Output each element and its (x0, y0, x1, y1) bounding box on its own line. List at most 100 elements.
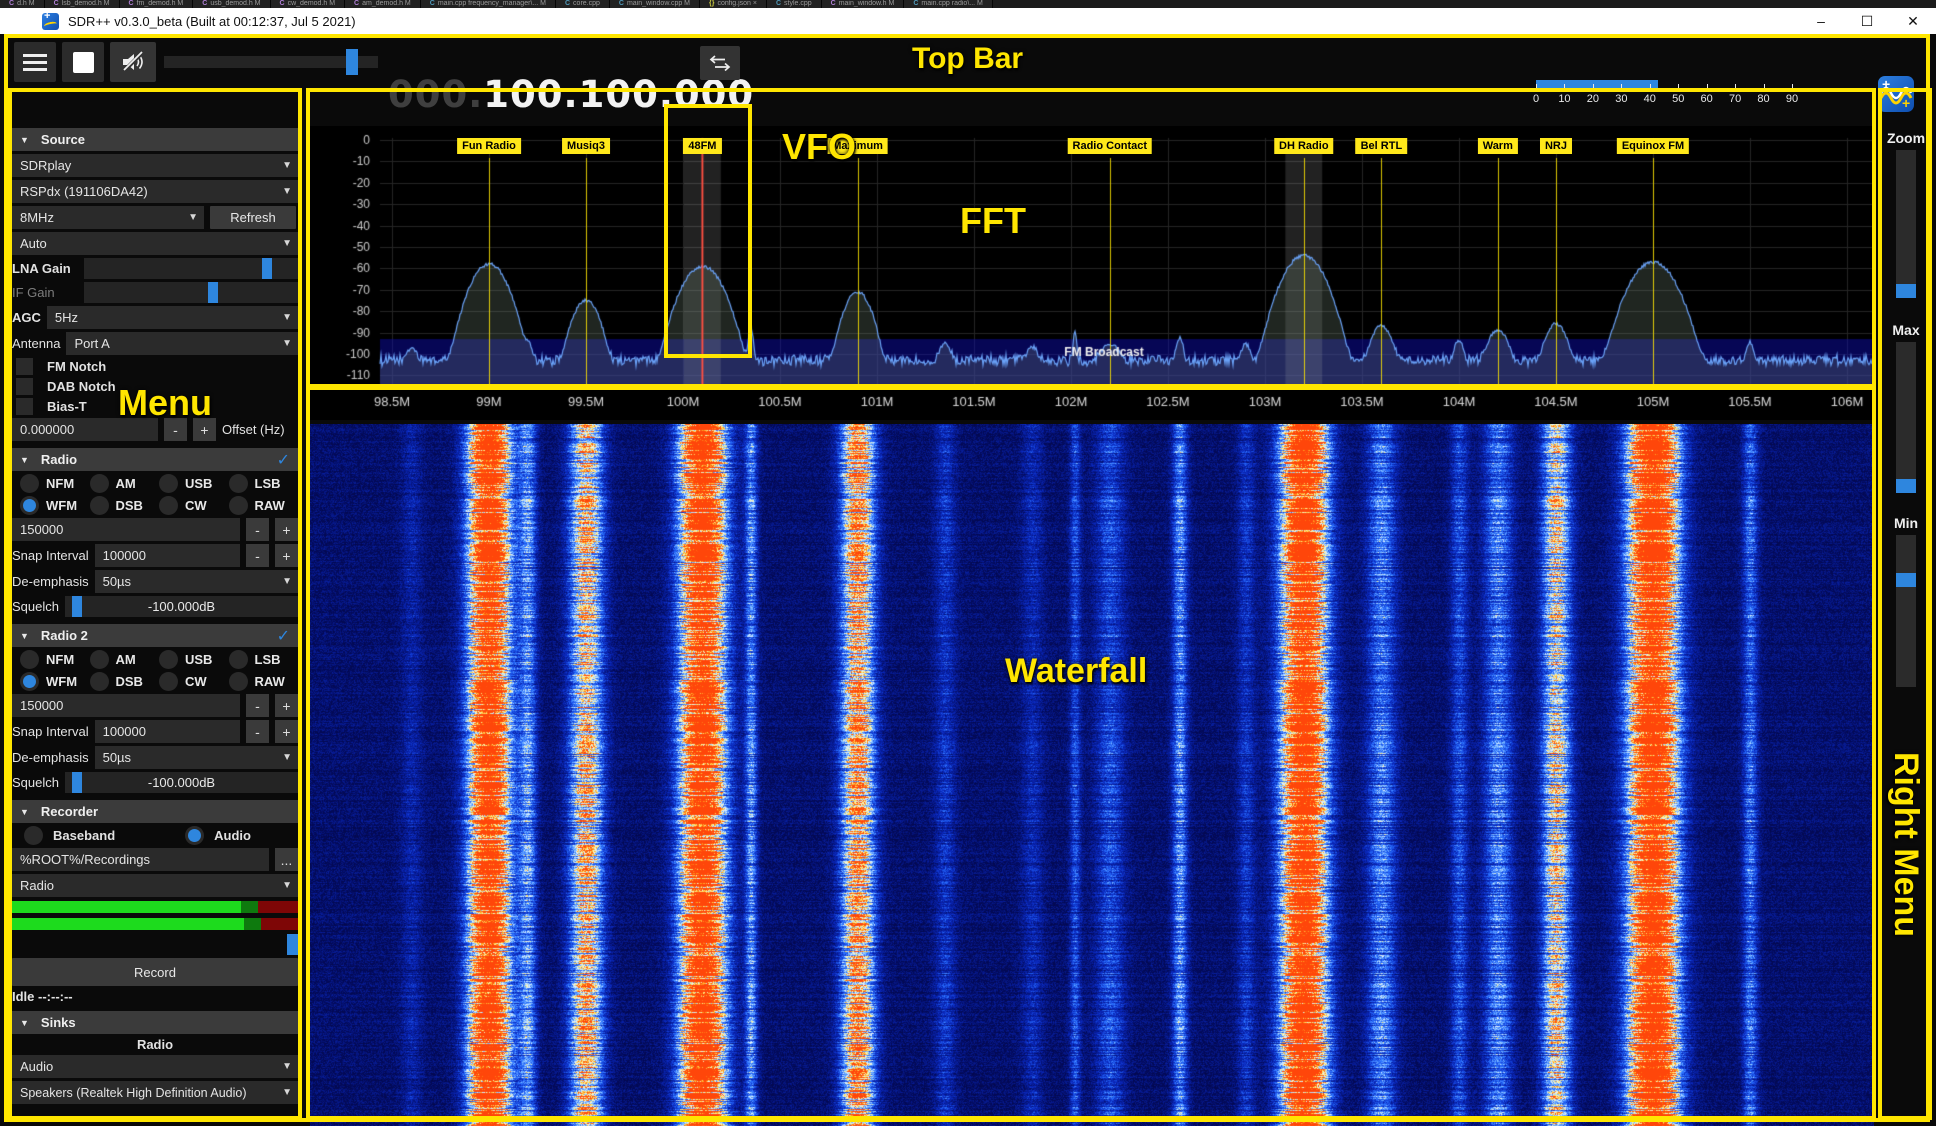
refresh-button[interactable]: Refresh (210, 206, 296, 229)
menu-toggle-button[interactable] (14, 42, 56, 82)
editor-tab[interactable]: Cusb_demod.h M (193, 0, 270, 8)
editor-tab[interactable]: Cmain_window.cpp M (610, 0, 700, 8)
recorder-stream-select[interactable]: Radio▼ (12, 874, 298, 897)
deemphasis-select[interactable]: 50µs▼ (95, 570, 298, 593)
vfo-swap-button[interactable] (700, 46, 740, 80)
recorder-volume-slider[interactable] (12, 934, 298, 955)
volume-slider-handle[interactable] (346, 49, 358, 75)
maximize-button[interactable]: ☐ (1844, 13, 1890, 30)
mode-option-cw[interactable]: CW (159, 672, 229, 691)
station-label[interactable]: Maximum (827, 138, 888, 154)
mode-option-nfm[interactable]: NFM (20, 474, 90, 493)
editor-tab[interactable]: Cmain.cpp frequency_manager\... M (421, 0, 556, 8)
station-label[interactable]: DH Radio (1274, 138, 1334, 154)
slider-handle[interactable] (287, 934, 298, 955)
slider-handle[interactable] (1896, 284, 1916, 298)
bandwidth-plus-button[interactable]: + (275, 518, 298, 541)
editor-tab[interactable]: Cmain_window.h M (822, 0, 905, 8)
min-slider[interactable] (1896, 535, 1916, 687)
offset-input[interactable]: 0.000000 (12, 418, 158, 441)
enabled-check-icon[interactable]: ✓ (277, 626, 290, 646)
mode-option-am[interactable]: AM (90, 474, 160, 493)
mode-option-raw[interactable]: RAW (229, 496, 299, 515)
offset-plus-button[interactable]: + (193, 418, 216, 441)
station-label[interactable]: Warm (1478, 138, 1518, 154)
mode-option-am[interactable]: AM (90, 650, 160, 669)
baseband-radio[interactable] (24, 826, 43, 845)
bandwidth-plus-button[interactable]: + (275, 694, 298, 717)
deemphasis-select[interactable]: 50µs▼ (95, 746, 298, 769)
bandwidth-select[interactable]: 8MHz▼ (12, 206, 204, 229)
slider-handle[interactable] (1896, 573, 1916, 587)
station-label[interactable]: Musiq3 (562, 138, 610, 154)
lna-gain-slider[interactable] (84, 258, 298, 279)
enabled-check-icon[interactable]: ✓ (277, 450, 290, 470)
station-label[interactable]: Bel RTL (1356, 138, 1408, 154)
audio-device-select[interactable]: Speakers (Realtek High Definition Audio)… (12, 1081, 298, 1104)
agc-select[interactable]: 5Hz▼ (47, 306, 298, 329)
station-label[interactable]: Equinox FM (1617, 138, 1689, 154)
snap-interval-input[interactable]: 100000 (95, 544, 240, 567)
fft-display[interactable] (310, 126, 1874, 420)
bandwidth-minus-button[interactable]: - (246, 694, 269, 717)
zoom-slider[interactable] (1896, 150, 1916, 296)
fm-notch-checkbox[interactable] (16, 358, 33, 375)
source-type-select[interactable]: SDRplay▼ (12, 154, 298, 177)
snap-minus-button[interactable]: - (246, 544, 269, 567)
recording-path-input[interactable]: %ROOT%/Recordings (12, 848, 269, 871)
snap-plus-button[interactable]: + (275, 544, 298, 567)
browse-button[interactable]: ... (275, 848, 298, 871)
bias-t-checkbox[interactable] (16, 398, 33, 415)
radio2-bandwidth-input[interactable]: 150000 (12, 694, 240, 717)
mode-option-dsb[interactable]: DSB (90, 496, 160, 515)
audio-radio[interactable] (185, 826, 204, 845)
mode-option-lsb[interactable]: LSB (229, 650, 299, 669)
mode-option-usb[interactable]: USB (159, 474, 229, 493)
squelch-slider[interactable]: -100.000dB (65, 596, 298, 617)
mode-option-wfm[interactable]: WFM (20, 496, 90, 515)
editor-tab-strip[interactable]: Cd.h MClsb_demod.h MCfm_demod.h MCusb_de… (0, 0, 1936, 8)
editor-tab[interactable]: Ccw_demod.h M (271, 0, 346, 8)
editor-tab[interactable]: Cd.h M (0, 0, 45, 8)
antenna-select[interactable]: Port A▼ (66, 332, 298, 355)
station-label[interactable]: NRJ (1540, 138, 1572, 154)
if-gain-slider[interactable] (84, 282, 298, 303)
radio2-section-header[interactable]: ▼Radio 2✓ (12, 624, 298, 647)
mute-button[interactable] (110, 42, 156, 82)
station-label[interactable]: 48FM (683, 138, 721, 154)
sink-type-select[interactable]: Audio▼ (12, 1055, 298, 1078)
max-slider[interactable] (1896, 342, 1916, 489)
samplerate-select[interactable]: Auto▼ (12, 232, 298, 255)
editor-tab[interactable]: Clsb_demod.h M (45, 0, 120, 8)
station-label[interactable]: Radio Contact (1068, 138, 1153, 154)
offset-minus-button[interactable]: - (164, 418, 187, 441)
radio-section-header[interactable]: ▼Radio✓ (12, 448, 298, 471)
slider-handle[interactable] (262, 258, 272, 279)
snap-plus-button[interactable]: + (275, 720, 298, 743)
stop-button[interactable] (62, 42, 104, 82)
mode-option-nfm[interactable]: NFM (20, 650, 90, 669)
editor-tab[interactable]: Ccore.cpp (556, 0, 610, 8)
recorder-section-header[interactable]: ▼Recorder (12, 800, 298, 823)
mode-option-lsb[interactable]: LSB (229, 474, 299, 493)
waterfall-display[interactable] (310, 424, 1874, 1126)
source-section-header[interactable]: ▼Source (12, 128, 298, 151)
mode-option-cw[interactable]: CW (159, 496, 229, 515)
source-device-select[interactable]: RSPdx (191106DA42)▼ (12, 180, 298, 203)
slider-handle[interactable] (1896, 479, 1916, 493)
slider-handle[interactable] (208, 282, 218, 303)
radio-bandwidth-input[interactable]: 150000 (12, 518, 240, 541)
mode-option-dsb[interactable]: DSB (90, 672, 160, 691)
mode-option-raw[interactable]: RAW (229, 672, 299, 691)
snap-interval-input[interactable]: 100000 (95, 720, 240, 743)
editor-tab[interactable]: Cam_demod.h M (345, 0, 421, 8)
editor-tab[interactable]: Cmain.cpp radio\... M (904, 0, 993, 8)
dab-notch-checkbox[interactable] (16, 378, 33, 395)
record-button[interactable]: Record (12, 958, 298, 986)
mode-option-wfm[interactable]: WFM (20, 672, 90, 691)
bandwidth-minus-button[interactable]: - (246, 518, 269, 541)
sinks-section-header[interactable]: ▼Sinks (12, 1011, 298, 1034)
editor-tab[interactable]: Cstyle.cpp (767, 0, 822, 8)
station-label[interactable]: Fun Radio (457, 138, 521, 154)
close-button[interactable]: ✕ (1890, 13, 1936, 30)
